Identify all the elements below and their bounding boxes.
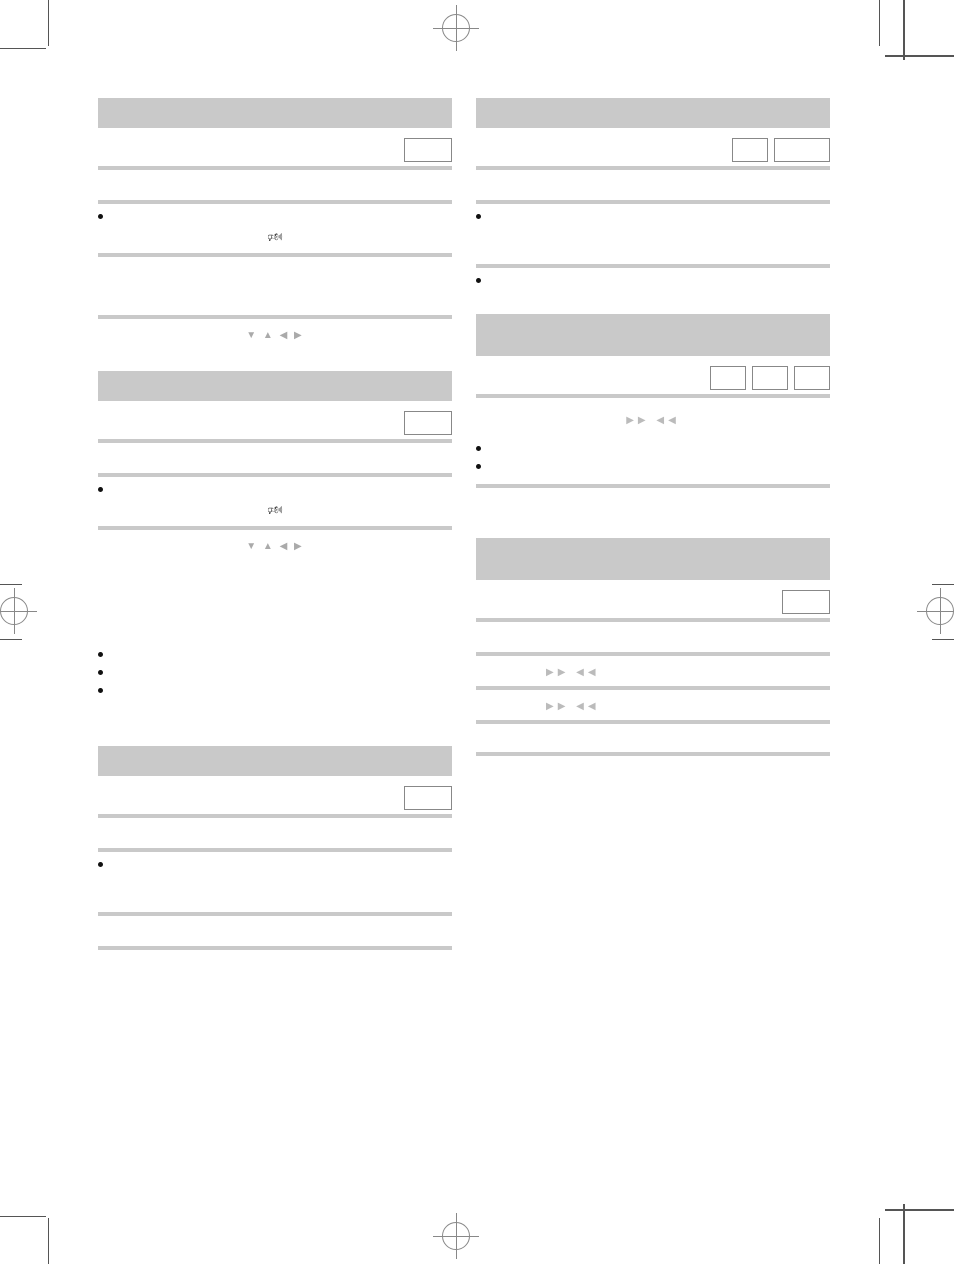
speaker-icon: 🕬 [267, 501, 282, 522]
bullet-dot-icon [476, 464, 481, 469]
step-with-image [98, 786, 452, 818]
bullet-item [98, 210, 452, 224]
fast-forward-rewind-icon: ▶▶ ◀◀ [626, 415, 680, 426]
bullet-dot-icon [476, 214, 481, 219]
step-image-placeholder [404, 786, 452, 810]
step-with-image [476, 366, 830, 398]
step-row: ▶▶ ◀◀ [476, 696, 830, 724]
step-row [98, 263, 452, 319]
bullet-item [476, 210, 830, 224]
ff-rw-row: ▶▶ ◀◀ [476, 404, 830, 442]
step-row [98, 824, 452, 852]
step-with-image [98, 411, 452, 443]
bullet-dot-icon [98, 487, 103, 492]
step-image-placeholder [404, 138, 452, 162]
direction-arrows-row: ▼ ▲ ◀ ▶ [98, 325, 452, 349]
bullet-item [98, 666, 452, 680]
crop-mark [0, 584, 22, 585]
crop-mark [932, 584, 954, 585]
step-row [476, 478, 830, 488]
step-image-placeholder [710, 366, 746, 390]
step-row [98, 876, 452, 916]
bullet-dot-icon [98, 862, 103, 867]
fast-forward-rewind-icon: ▶▶ ◀◀ [546, 667, 600, 678]
arrow-glyphs-icon: ▼ ▲ ◀ ▶ [246, 330, 304, 341]
registration-target-icon [442, 1222, 470, 1250]
crop-mark [48, 1218, 49, 1264]
step-image-placeholder [794, 366, 830, 390]
bullet-item [98, 684, 452, 698]
step-row [476, 228, 830, 268]
bullet-dot-icon [98, 652, 103, 657]
section-heading-bar [98, 746, 452, 776]
bullet-item [476, 442, 830, 456]
direction-arrows-row: ▼ ▲ ◀ ▶ [98, 536, 452, 560]
bullet-dot-icon [98, 670, 103, 675]
registration-target-icon [442, 14, 470, 42]
crop-mark [885, 55, 954, 57]
registration-target-icon [0, 597, 28, 625]
registration-target-icon [926, 597, 954, 625]
crop-mark [879, 0, 880, 46]
bullet-dot-icon [98, 688, 103, 693]
section-heading-bar [476, 98, 830, 128]
bullet-dot-icon [476, 278, 481, 283]
step-row: 🕬 [98, 228, 452, 257]
crop-mark [0, 48, 46, 49]
crop-mark [903, 0, 905, 60]
step-row [98, 176, 452, 204]
bullet-item [476, 274, 830, 288]
step-row [98, 922, 452, 950]
crop-mark [0, 1216, 46, 1217]
step-image-placeholder [782, 590, 830, 614]
left-column: 🕬 ▼ ▲ ◀ ▶ 🕬 ▼ ▲ ◀ ▶ [98, 98, 452, 956]
step-with-image [476, 590, 830, 622]
page-content: 🕬 ▼ ▲ ◀ ▶ 🕬 ▼ ▲ ◀ ▶ [98, 98, 830, 1098]
bullet-dot-icon [476, 446, 481, 451]
crop-mark [48, 0, 49, 46]
step-row: 🕬 [98, 501, 452, 530]
crop-mark [932, 639, 954, 640]
crop-mark [0, 639, 22, 640]
step-image-placeholder [404, 411, 452, 435]
section-heading-bar [98, 98, 452, 128]
bullet-dot-icon [98, 214, 103, 219]
bullet-item [98, 648, 452, 662]
step-with-image [98, 138, 452, 170]
fast-forward-rewind-icon: ▶▶ ◀◀ [546, 701, 600, 712]
crop-mark [903, 1204, 905, 1264]
step-row: ▶▶ ◀◀ [476, 662, 830, 690]
step-row [476, 176, 830, 204]
bullet-item [476, 460, 830, 474]
step-image-placeholder [732, 138, 768, 162]
bullet-item [98, 858, 452, 872]
step-row [98, 449, 452, 477]
bullet-item [98, 483, 452, 497]
crop-mark [885, 1209, 954, 1211]
step-image-placeholder [774, 138, 830, 162]
section-heading-bar [98, 371, 452, 401]
step-image-placeholder [752, 366, 788, 390]
section-heading-bar [476, 538, 830, 580]
step-row [476, 628, 830, 656]
arrow-glyphs-icon: ▼ ▲ ◀ ▶ [246, 541, 304, 552]
section-heading-bar [476, 314, 830, 356]
divider [476, 752, 830, 756]
step-with-image [476, 138, 830, 170]
right-column: ▶▶ ◀◀ ▶▶ ◀◀ ▶▶ ◀◀ [476, 98, 830, 956]
crop-mark [879, 1218, 880, 1264]
speaker-icon: 🕬 [267, 228, 282, 249]
